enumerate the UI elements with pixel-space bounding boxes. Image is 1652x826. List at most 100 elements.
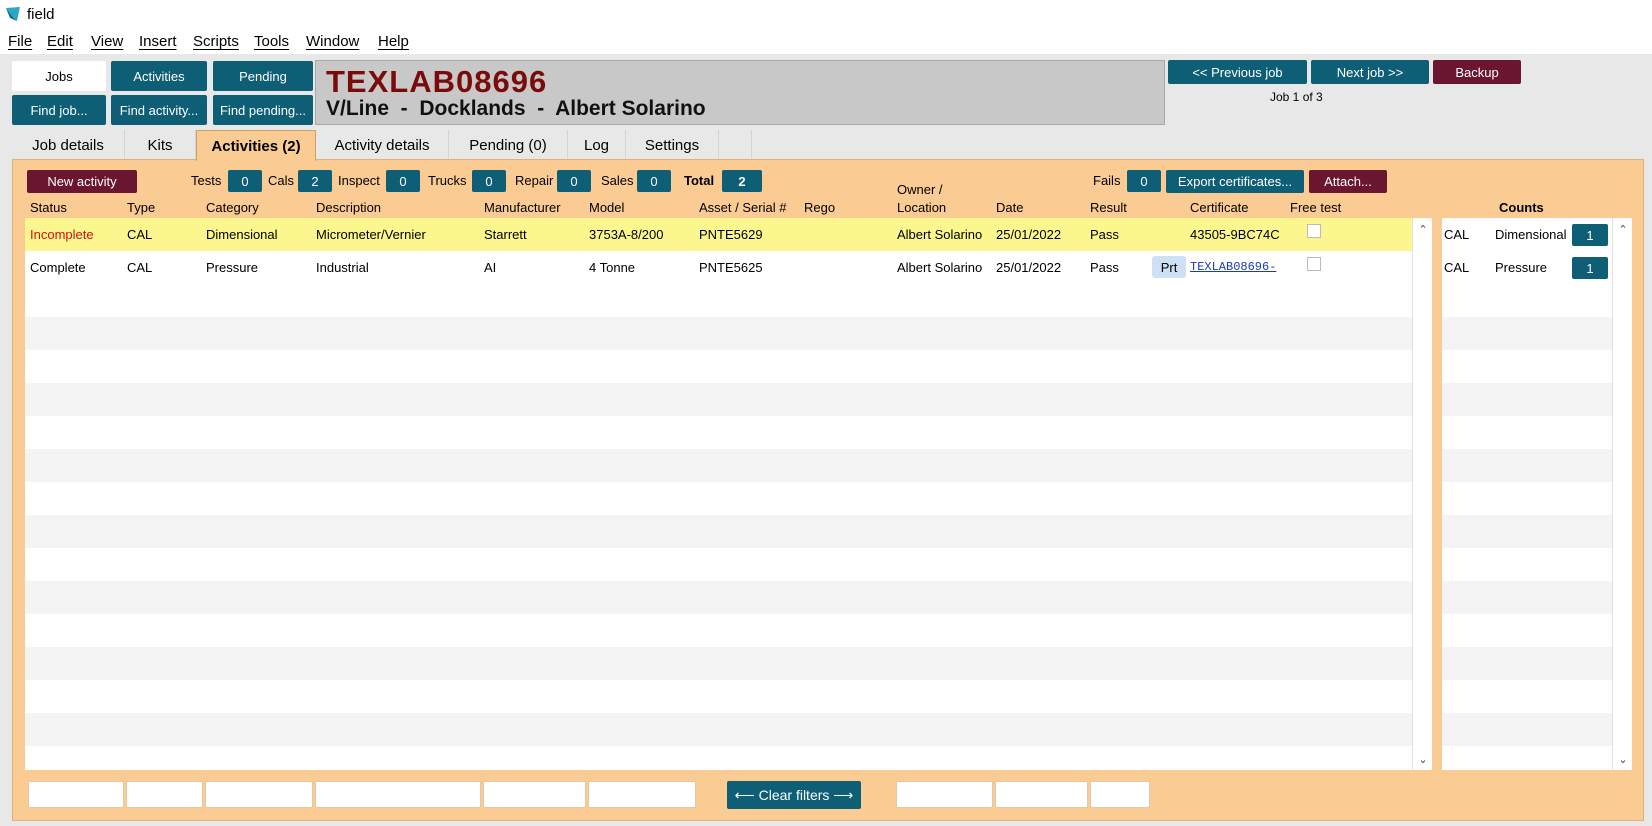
scroll-up-icon[interactable]: ⌃ [1613,220,1633,238]
column-category[interactable]: Category [206,200,259,215]
row-owner: Albert Solarino [897,260,983,275]
find-job-button[interactable]: Find job... [12,95,106,125]
menu-tools[interactable]: Tools [254,33,289,50]
menu-edit[interactable]: Edit [47,33,73,50]
jobs-button[interactable]: Jobs [12,61,106,91]
title-bar: field [0,0,1652,30]
free-test-checkbox[interactable] [1307,257,1321,271]
row-status: Complete [30,260,86,275]
free-test-checkbox[interactable] [1307,224,1321,238]
column-owner-line1[interactable]: Owner / [897,182,943,197]
tab-activity-details[interactable]: Activity details [316,130,449,160]
menu-insert[interactable]: Insert [139,33,177,50]
row-type: CAL [127,260,153,275]
filter-result[interactable] [1090,781,1150,808]
tests-count[interactable]: 0 [228,170,262,192]
fails-count[interactable]: 0 [1127,170,1161,192]
table-row-empty [25,581,1412,614]
row-date: 25/01/2022 [996,260,1062,275]
scroll-down-icon[interactable]: ⌄ [1413,750,1433,768]
find-pending-button[interactable]: Find pending... [213,95,313,125]
counts-value: 1 [1572,224,1608,246]
column-rego[interactable]: Rego [804,200,835,215]
table-row[interactable]: Incomplete CAL Dimensional Micrometer/Ve… [25,218,1412,251]
row-certificate: 43505-9BC74C [1190,227,1280,242]
repair-count[interactable]: 0 [557,170,591,192]
attach-button[interactable]: Attach... [1309,170,1387,193]
filter-type[interactable] [126,781,203,808]
sales-count[interactable]: 0 [637,170,671,192]
pending-button[interactable]: Pending [213,61,313,91]
counts-row-empty [1442,515,1612,548]
counts-row[interactable]: CAL Dimensional 1 [1442,218,1612,251]
scroll-down-icon[interactable]: ⌄ [1613,750,1633,768]
row-model: 4 Tonne [589,260,636,275]
column-result[interactable]: Result [1090,200,1127,215]
window-title: field [27,6,55,23]
filter-date[interactable] [995,781,1088,808]
certificate-link[interactable]: TEXLAB08696- [1190,260,1276,274]
next-job-button[interactable]: Next job >> [1311,60,1429,84]
row-asset: PNTE5625 [699,260,763,275]
counts-value: 1 [1572,257,1608,279]
tab-kits[interactable]: Kits [125,130,196,160]
column-owner-location[interactable]: Location [897,200,946,215]
fails-label: Fails [1093,173,1121,188]
job-code: TEXLAB08696 [326,64,548,99]
activities-button[interactable]: Activities [111,61,207,91]
backup-button[interactable]: Backup [1433,60,1521,84]
repair-label: Repair [515,173,554,188]
tab-activities[interactable]: Activities (2) [196,130,316,161]
trucks-count[interactable]: 0 [472,170,506,192]
column-type[interactable]: Type [127,200,155,215]
filter-owner[interactable] [896,781,993,808]
row-result: Pass [1090,260,1119,275]
menu-window[interactable]: Window [306,33,359,50]
column-model[interactable]: Model [589,200,624,215]
table-row-empty [25,515,1412,548]
menu-file[interactable]: File [8,33,32,50]
table-row[interactable]: Complete CAL Pressure Industrial AI 4 To… [25,251,1412,284]
menu-scripts[interactable]: Scripts [193,33,239,50]
menu-help[interactable]: Help [378,33,409,50]
cals-count[interactable]: 2 [298,170,332,192]
column-certificate[interactable]: Certificate [1190,200,1249,215]
row-type: CAL [127,227,153,242]
activities-scrollbar[interactable]: ⌃ ⌄ [1412,218,1432,770]
clear-filters-button[interactable]: ⟵ Clear filters ⟶ [727,781,861,809]
total-count[interactable]: 2 [722,170,762,192]
tab-job-details[interactable]: Job details [12,130,125,160]
job-subtitle: V/Line - Docklands - Albert Solarino [326,97,706,120]
table-row-empty [25,647,1412,680]
counts-type: CAL [1444,227,1470,242]
counts-scrollbar[interactable]: ⌃ ⌄ [1612,218,1632,770]
inspect-label: Inspect [338,173,380,188]
column-manufacturer[interactable]: Manufacturer [484,200,561,215]
counts-row[interactable]: CAL Pressure 1 [1442,251,1612,284]
filter-model[interactable] [588,781,696,808]
filter-category[interactable] [205,781,313,808]
tab-log[interactable]: Log [568,130,626,160]
column-asset-serial[interactable]: Asset / Serial # [699,200,786,215]
column-description[interactable]: Description [316,200,381,215]
tab-pending[interactable]: Pending (0) [449,130,568,160]
column-free-test[interactable]: Free test [1290,200,1341,215]
scroll-up-icon[interactable]: ⌃ [1413,220,1433,238]
column-date[interactable]: Date [996,200,1023,215]
counts-row-empty [1442,449,1612,482]
tab-settings[interactable]: Settings [626,130,719,160]
menu-view[interactable]: View [91,33,123,50]
sales-label: Sales [601,173,634,188]
row-manufacturer: Starrett [484,227,527,242]
filter-status[interactable] [28,781,124,808]
inspect-count[interactable]: 0 [386,170,420,192]
find-activity-button[interactable]: Find activity... [111,95,207,125]
export-certificates-button[interactable]: Export certificates... [1166,170,1304,193]
previous-job-button[interactable]: << Previous job [1168,60,1307,84]
print-button[interactable]: Prt [1152,256,1186,278]
row-manufacturer: AI [484,260,497,275]
filter-description[interactable] [315,781,481,808]
filter-manufacturer[interactable] [483,781,586,808]
new-activity-button[interactable]: New activity [27,170,137,193]
column-status[interactable]: Status [30,200,67,215]
